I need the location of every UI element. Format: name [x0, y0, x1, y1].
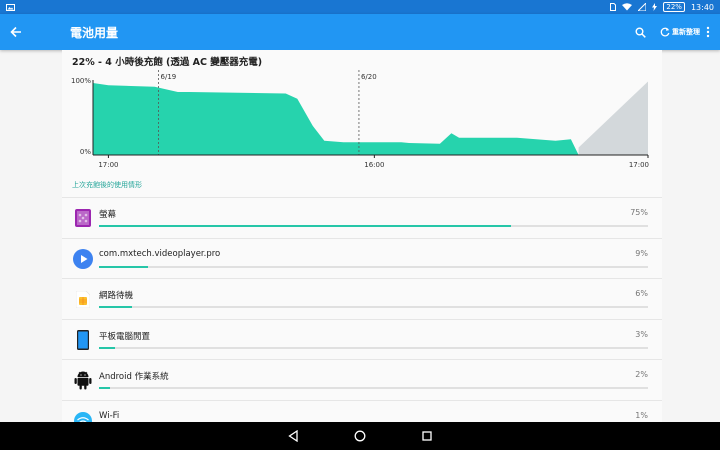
usage-name: Wi-Fi: [99, 410, 120, 421]
usage-name: 螢幕: [99, 210, 117, 220]
gallery-notification-icon: [6, 3, 15, 11]
usage-bar-track: [99, 387, 648, 389]
x-tick-label: 16:00: [364, 161, 384, 169]
usage-bar-track: [99, 346, 648, 349]
usage-percent: 2%: [635, 370, 648, 379]
charge-projection-area: [578, 81, 648, 155]
refresh-icon: [660, 27, 670, 37]
usage-bar-fill: [99, 346, 116, 349]
search-icon: [635, 27, 646, 38]
sim-icon: [72, 288, 94, 310]
x-tick-label: 17:00: [629, 161, 649, 169]
day-marker-label: 6/20: [361, 73, 377, 81]
battery-level: 22%: [663, 2, 685, 12]
screen-icon: [72, 207, 94, 229]
wifi-status-icon: [622, 3, 633, 11]
refresh-label: 重新整理: [672, 28, 700, 36]
signal-status-icon: [638, 3, 647, 11]
usage-bar-fill: [99, 225, 511, 227]
usage-percent: 75%: [630, 208, 648, 217]
page-title: 電池用量: [70, 25, 119, 40]
android-icon: [72, 369, 94, 391]
usage-bar-track: [99, 265, 648, 268]
usage-name: Android 作業系統: [99, 372, 169, 382]
overflow-menu-button[interactable]: [706, 26, 710, 38]
arrow-back-icon: [10, 26, 21, 38]
status-bar: 22% 13:40: [0, 0, 720, 14]
usage-percent: 6%: [635, 289, 648, 298]
usage-row[interactable]: Wi-Fi 1%: [62, 399, 662, 422]
file-notification-icon: [610, 3, 617, 11]
refresh-button[interactable]: 重新整理: [660, 27, 700, 37]
x-tick-label: 17:00: [98, 161, 118, 169]
clock: 13:40: [690, 2, 714, 12]
usage-name: 平板電腦閒置: [99, 331, 151, 342]
usage-bar-fill: [99, 265, 149, 268]
app-bar: 電池用量 重新整理: [0, 14, 720, 50]
navigation-bar: [0, 422, 720, 450]
usage-row[interactable]: 平板電腦閒置 3%: [62, 318, 662, 360]
nav-recents-icon[interactable]: [422, 431, 432, 441]
usage-row[interactable]: Android 作業系統 2%: [62, 359, 662, 400]
usage-bar-fill: [99, 306, 132, 308]
battery-usage-card: 22% - 4 小時後充飽 (透過 AC 變壓器充電) 6/19 6/20 100%…: [62, 50, 662, 422]
usage-bar-fill: [99, 387, 110, 389]
usage-percent: 1%: [635, 410, 648, 420]
y-tick-label: 100%: [71, 77, 91, 85]
day-marker-label: 6/19: [161, 73, 177, 81]
battery-level-area-0: [93, 83, 579, 155]
usage-percent: 3%: [635, 329, 648, 339]
play-icon: [72, 248, 94, 270]
usage-list: 螢幕 75% com.mxtech.videoplayer.pro 9% 網路待機 6% 平…: [62, 197, 662, 422]
wifi-icon: [72, 410, 94, 422]
usage-bar-track: [99, 306, 648, 308]
usage-bar-track: [99, 225, 648, 227]
search-button[interactable]: [635, 27, 646, 38]
usage-percent: 9%: [635, 248, 648, 258]
charging-icon: [652, 3, 658, 11]
usage-row[interactable]: 螢幕 75%: [62, 197, 662, 238]
usage-name: 網路待機: [99, 291, 134, 301]
nav-home-icon[interactable]: [354, 430, 366, 442]
tablet-icon: [72, 329, 94, 351]
usage-row[interactable]: com.mxtech.videoplayer.pro 9%: [62, 237, 662, 279]
battery-status-headline: 22% - 4 小時後充飽 (透過 AC 變壓器充電): [72, 57, 263, 68]
usage-row[interactable]: 網路待機 6%: [62, 278, 662, 319]
more-vert-icon: [706, 26, 710, 38]
y-tick-label: 0%: [80, 148, 91, 156]
back-button[interactable]: [0, 14, 32, 50]
section-label: 上次充飽後的使用情形: [72, 181, 142, 189]
nav-back-icon[interactable]: [288, 430, 298, 442]
usage-name: com.mxtech.videoplayer.pro: [99, 248, 221, 259]
